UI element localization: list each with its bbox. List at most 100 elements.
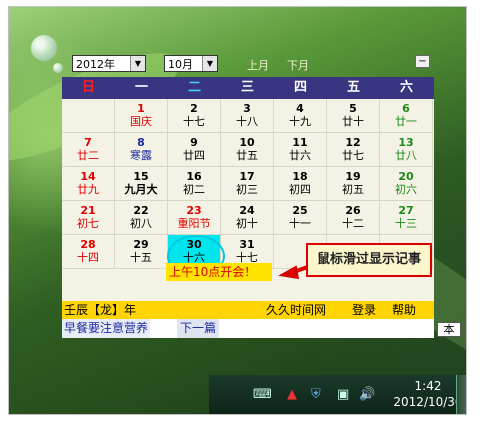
calendar-day-cell[interactable]: 2 十七 bbox=[168, 99, 221, 133]
network-icon[interactable]: ▣ bbox=[337, 387, 349, 402]
calendar-day-cell[interactable]: 28 十四 bbox=[62, 235, 115, 269]
lunar-date: 十七 bbox=[183, 115, 205, 128]
calendar-day-cell[interactable]: 20 初六 bbox=[380, 167, 433, 201]
calendar-widget: 2012年 ▼ 10月 ▼ 上月 下月 − 日一二三四五六 1 国庆 2 十七 3 十八 4… bbox=[62, 53, 434, 338]
day-number: 8 bbox=[137, 136, 145, 149]
lunar-date: 初八 bbox=[130, 217, 152, 230]
help-link[interactable]: 帮助 bbox=[392, 301, 416, 319]
day-number: 3 bbox=[243, 102, 251, 115]
calendar-day-cell[interactable] bbox=[62, 99, 115, 133]
day-number: 9 bbox=[190, 136, 198, 149]
weekday-header: 日一二三四五六 bbox=[62, 77, 434, 99]
calendar-day-cell[interactable]: 11 廿六 bbox=[274, 133, 327, 167]
lunar-date: 廿一 bbox=[395, 115, 417, 128]
app-tray-icon[interactable]: ▲ bbox=[287, 387, 297, 402]
day-number: 27 bbox=[398, 204, 414, 217]
calendar-day-cell[interactable]: 15 九月大 bbox=[115, 167, 168, 201]
taskbar-tray: ⌨ ▲ ⛨ ▣ 🔊 1:42 2012/10/30 bbox=[209, 375, 466, 414]
lunar-date: 初三 bbox=[236, 183, 258, 196]
login-link[interactable]: 登录 bbox=[352, 301, 376, 319]
daily-tip[interactable]: 早餐要注意营养 bbox=[62, 319, 151, 338]
day-number: 7 bbox=[84, 136, 92, 149]
calendar-day-cell[interactable]: 16 初二 bbox=[168, 167, 221, 201]
day-number: 13 bbox=[398, 136, 414, 149]
clock-time: 1:42 bbox=[414, 379, 442, 393]
calendar-day-cell[interactable]: 23 重阳节 bbox=[168, 201, 221, 235]
calendar-day-cell[interactable]: 19 初五 bbox=[327, 167, 380, 201]
calendar-day-cell[interactable]: 13 廿八 bbox=[380, 133, 433, 167]
minimize-button[interactable]: − bbox=[415, 55, 430, 68]
day-number: 26 bbox=[345, 204, 361, 217]
calendar-day-cell[interactable]: 26 十二 bbox=[327, 201, 380, 235]
chevron-down-icon[interactable]: ▼ bbox=[130, 56, 145, 71]
calendar-day-cell[interactable]: 17 初三 bbox=[221, 167, 274, 201]
day-number: 20 bbox=[398, 170, 414, 183]
lunar-date: 初十 bbox=[236, 217, 258, 230]
volume-icon[interactable]: 🔊 bbox=[359, 387, 375, 402]
chevron-down-icon[interactable]: ▼ bbox=[202, 56, 217, 71]
taskbar-clock[interactable]: 1:42 2012/10/30 bbox=[393, 378, 463, 410]
lunar-date: 十二 bbox=[342, 217, 364, 230]
calendar-day-cell[interactable]: 6 廿一 bbox=[380, 99, 433, 133]
calendar-day-cell[interactable]: 29 十五 bbox=[115, 235, 168, 269]
calendar-day-cell[interactable]: 1 国庆 bbox=[115, 99, 168, 133]
calendar-day-cell[interactable]: 25 十一 bbox=[274, 201, 327, 235]
lunar-date: 廿七 bbox=[342, 149, 364, 162]
desktop-screenshot: 2012年 ▼ 10月 ▼ 上月 下月 − 日一二三四五六 1 国庆 2 十七 3 十八 4… bbox=[8, 6, 467, 415]
day-number: 25 bbox=[292, 204, 308, 217]
weekday-label: 日 bbox=[81, 80, 95, 95]
lunar-date: 十八 bbox=[236, 115, 258, 128]
calendar-day-cell[interactable]: 5 廿十 bbox=[327, 99, 380, 133]
day-number: 23 bbox=[186, 204, 202, 217]
day-number: 14 bbox=[80, 170, 96, 183]
weekday-label: 一 bbox=[134, 80, 148, 95]
calendar-day-cell[interactable]: 4 十九 bbox=[274, 99, 327, 133]
prev-month-link[interactable]: 上月 bbox=[247, 57, 269, 73]
ben-button[interactable]: 本 bbox=[437, 322, 461, 337]
brand-link[interactable]: 久久时间网 bbox=[266, 301, 326, 319]
calendar-day-cell[interactable]: 8 寒露 bbox=[115, 133, 168, 167]
lunar-date: 初五 bbox=[342, 183, 364, 196]
lunar-date: 廿六 bbox=[289, 149, 311, 162]
calendar-day-cell[interactable]: 3 十八 bbox=[221, 99, 274, 133]
calendar-day-cell[interactable]: 24 初十 bbox=[221, 201, 274, 235]
day-number: 21 bbox=[80, 204, 96, 217]
keyboard-icon[interactable]: ⌨ bbox=[253, 387, 272, 402]
calendar-day-cell[interactable]: 18 初四 bbox=[274, 167, 327, 201]
callout-box: 鼠标滑过显示记事 bbox=[306, 243, 432, 277]
calendar-day-cell[interactable]: 10 廿五 bbox=[221, 133, 274, 167]
day-number: 24 bbox=[239, 204, 255, 217]
calendar-day-cell[interactable]: 7 廿二 bbox=[62, 133, 115, 167]
next-month-link[interactable]: 下月 bbox=[287, 57, 309, 73]
month-select[interactable]: 10月 ▼ bbox=[164, 55, 218, 72]
ganzhi-year: 壬辰【龙】年 bbox=[64, 303, 137, 317]
weekday-label: 五 bbox=[346, 80, 360, 95]
show-desktop-button[interactable] bbox=[456, 375, 466, 414]
lunar-date: 九月大 bbox=[124, 183, 158, 196]
year-select-value: 2012年 bbox=[76, 58, 115, 71]
lunar-date: 廿二 bbox=[77, 149, 99, 162]
calendar-day-cell[interactable]: 22 初八 bbox=[115, 201, 168, 235]
lunar-date: 十三 bbox=[395, 217, 417, 230]
lunar-date: 十一 bbox=[289, 217, 311, 230]
wallpaper-water-drop bbox=[31, 35, 57, 61]
lunar-date: 十九 bbox=[289, 115, 311, 128]
day-number: 2 bbox=[190, 102, 198, 115]
day-number: 1 bbox=[137, 102, 145, 115]
lunar-date: 初二 bbox=[183, 183, 205, 196]
day-number: 4 bbox=[296, 102, 304, 115]
shield-icon[interactable]: ⛨ bbox=[311, 387, 321, 402]
calendar-day-cell[interactable]: 27 十三 bbox=[380, 201, 433, 235]
calendar-day-cell[interactable]: 14 廿九 bbox=[62, 167, 115, 201]
calendar-day-cell[interactable]: 21 初七 bbox=[62, 201, 115, 235]
info-bar: 壬辰【龙】年 久久时间网 登录 帮助 bbox=[62, 301, 434, 319]
next-tip-button[interactable]: 下一篇 bbox=[177, 319, 220, 338]
calendar-day-cell[interactable]: 12 廿七 bbox=[327, 133, 380, 167]
lunar-date: 初四 bbox=[289, 183, 311, 196]
weekday-label: 二 bbox=[187, 80, 201, 95]
calendar-day-cell[interactable]: 9 廿四 bbox=[168, 133, 221, 167]
year-select[interactable]: 2012年 ▼ bbox=[72, 55, 146, 72]
day-number: 6 bbox=[402, 102, 410, 115]
calendar-toolbar: 2012年 ▼ 10月 ▼ 上月 下月 − bbox=[62, 53, 434, 77]
lunar-date: 初六 bbox=[395, 183, 417, 196]
